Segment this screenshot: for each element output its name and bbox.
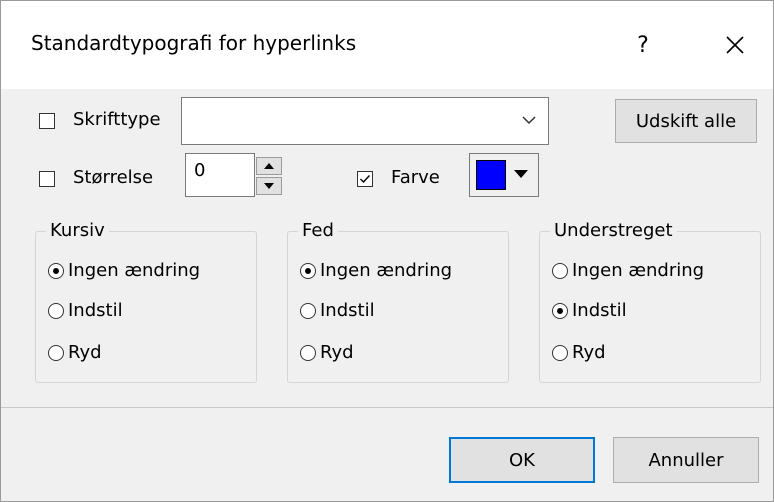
hyperlink-style-dialog: Standardtypografi for hyperlinks ? Skrif… (0, 0, 774, 502)
bold-option-clear[interactable]: Ryd (300, 342, 354, 363)
font-checkbox[interactable] (39, 113, 55, 129)
radio-button[interactable] (48, 262, 64, 279)
radio-label: Ryd (320, 342, 354, 363)
title-bar: Standardtypografi for hyperlinks ? (1, 1, 773, 89)
replace-all-button[interactable]: Udskift alle (615, 99, 757, 143)
italic-option-clear[interactable]: Ryd (48, 342, 102, 363)
underline-option-set[interactable]: Indstil (552, 300, 627, 321)
dialog-title: Standardtypografi for hyperlinks (31, 31, 357, 55)
checkmark-icon (360, 175, 371, 184)
italic-group-title: Kursiv (46, 220, 109, 241)
color-picker-button[interactable] (469, 153, 539, 197)
triangle-up-icon (264, 163, 274, 169)
radio-label: Indstil (320, 300, 375, 321)
underline-group: Understreget Ingen ændring Indstil Ryd (539, 220, 761, 383)
radio-button[interactable] (300, 344, 316, 361)
color-swatch (476, 160, 506, 190)
font-checkbox-label: Skrifttype (73, 109, 161, 130)
chevron-down-icon (522, 116, 536, 125)
radio-button[interactable] (300, 302, 316, 319)
bold-group: Fed Ingen ændring Indstil Ryd (287, 220, 509, 383)
radio-button[interactable] (300, 262, 316, 279)
bold-option-set[interactable]: Indstil (300, 300, 375, 321)
radio-label: Ryd (572, 342, 606, 363)
bold-group-title: Fed (298, 220, 338, 241)
color-checkbox-label: Farve (391, 167, 440, 188)
italic-option-set[interactable]: Indstil (48, 300, 123, 321)
radio-label: Ingen ændring (68, 260, 201, 281)
radio-button[interactable] (552, 344, 568, 361)
bold-option-no-change[interactable]: Ingen ændring (300, 260, 452, 281)
cancel-button[interactable]: Annuller (613, 437, 759, 483)
size-checkbox[interactable] (39, 171, 55, 187)
italic-group: Kursiv Ingen ændring Indstil Ryd (35, 220, 257, 383)
radio-button[interactable] (552, 302, 568, 319)
font-combobox[interactable] (181, 97, 549, 145)
triangle-down-icon (264, 183, 274, 189)
ok-button[interactable]: OK (449, 437, 595, 483)
close-icon (726, 36, 744, 54)
underline-group-title: Understreget (550, 220, 677, 241)
radio-label: Ingen ændring (320, 260, 453, 281)
close-button[interactable] (713, 23, 757, 67)
radio-button[interactable] (48, 344, 64, 361)
size-increment-button[interactable] (256, 157, 282, 175)
italic-option-no-change[interactable]: Ingen ændring (48, 260, 200, 281)
radio-button[interactable] (48, 302, 64, 319)
radio-label: Ryd (68, 342, 102, 363)
size-checkbox-label: Størrelse (73, 167, 154, 188)
radio-label: Ingen ændring (572, 260, 705, 281)
underline-option-clear[interactable]: Ryd (552, 342, 606, 363)
size-spinner (256, 157, 282, 195)
underline-option-no-change[interactable]: Ingen ændring (552, 260, 704, 281)
size-input[interactable]: 0 (185, 153, 255, 197)
help-button[interactable]: ? (623, 23, 663, 67)
size-decrement-button[interactable] (256, 177, 282, 195)
footer-divider (1, 407, 773, 408)
radio-label: Indstil (572, 300, 627, 321)
radio-label: Indstil (68, 300, 123, 321)
radio-button[interactable] (552, 262, 568, 279)
dropdown-arrow-icon (514, 170, 528, 178)
color-checkbox[interactable] (357, 171, 373, 187)
